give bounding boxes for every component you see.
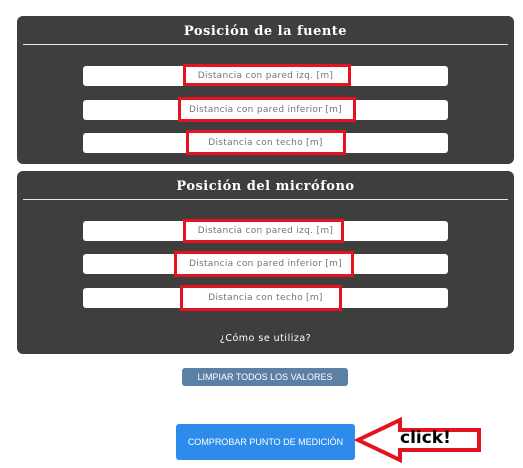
source-panel-divider bbox=[23, 44, 508, 45]
mic-panel-divider bbox=[23, 199, 508, 200]
click-annotation-label: click! bbox=[400, 428, 451, 448]
source-left-wall-distance-input[interactable] bbox=[83, 66, 448, 86]
source-ceiling-distance-input[interactable] bbox=[83, 133, 448, 153]
microphone-position-panel: Posición del micrófono ¿Cómo se utiliza? bbox=[17, 171, 514, 354]
check-measurement-point-button[interactable]: COMPROBAR PUNTO DE MEDICIÓN bbox=[176, 424, 355, 460]
source-panel-title: Posición de la fuente bbox=[183, 24, 348, 39]
mic-panel-title: Posición del micrófono bbox=[176, 179, 355, 194]
mic-ceiling-distance-input[interactable] bbox=[83, 288, 448, 308]
source-floor-distance-input[interactable] bbox=[83, 100, 448, 120]
how-to-use-link[interactable]: ¿Cómo se utiliza? bbox=[17, 333, 514, 344]
clear-all-values-button[interactable]: LIMPIAR TODOS LOS VALORES bbox=[182, 368, 348, 386]
mic-floor-distance-input[interactable] bbox=[83, 254, 448, 274]
mic-left-wall-distance-input[interactable] bbox=[83, 221, 448, 241]
source-position-panel: Posición de la fuente bbox=[17, 16, 514, 164]
